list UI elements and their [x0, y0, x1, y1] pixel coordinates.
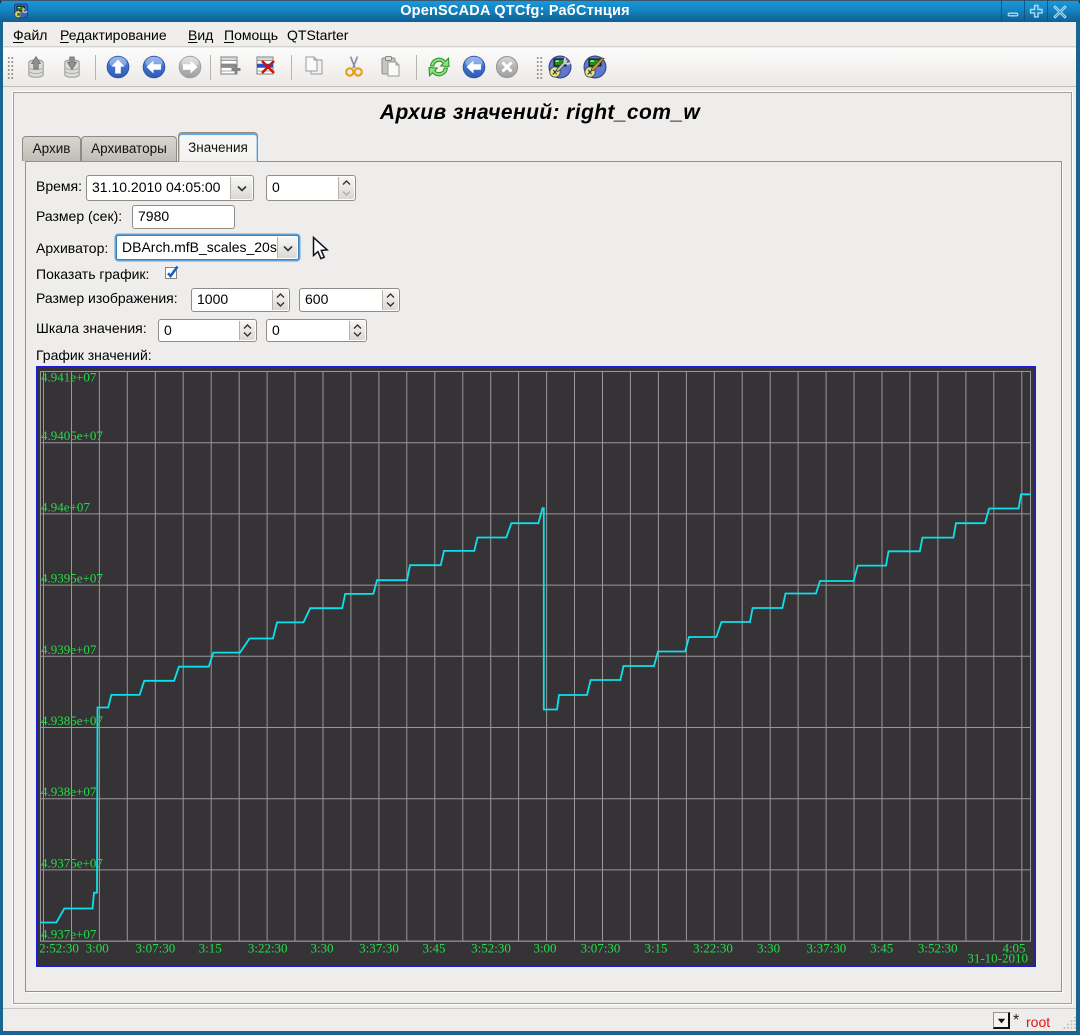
svg-text:4.937e+07: 4.937e+07 [41, 927, 97, 942]
svg-text:3:22:30: 3:22:30 [248, 941, 288, 956]
svg-text:3:07:30: 3:07:30 [136, 941, 176, 956]
svg-text:4.938e+07: 4.938e+07 [41, 784, 97, 799]
svg-text:4.941e+07: 4.941e+07 [41, 370, 97, 385]
svg-text:3:30: 3:30 [310, 941, 333, 956]
svg-text:4.9375e+07: 4.9375e+07 [41, 855, 103, 870]
svg-text:3:15: 3:15 [199, 941, 222, 956]
svg-text:3:07:30: 3:07:30 [581, 941, 621, 956]
svg-text:3:00: 3:00 [86, 941, 109, 956]
svg-text:3:15: 3:15 [644, 941, 667, 956]
svg-text:3:52:30: 3:52:30 [471, 941, 511, 956]
svg-text:3:37:30: 3:37:30 [807, 941, 847, 956]
svg-text:3:00: 3:00 [533, 941, 556, 956]
svg-text:3:22:30: 3:22:30 [693, 941, 733, 956]
svg-text:31-10-2010: 31-10-2010 [967, 951, 1028, 966]
svg-text:4.9385e+07: 4.9385e+07 [41, 713, 103, 728]
svg-text:3:37:30: 3:37:30 [359, 941, 399, 956]
svg-text:2:52:30: 2:52:30 [39, 941, 79, 956]
svg-text:3:52:30: 3:52:30 [918, 941, 958, 956]
svg-text:4.94e+07: 4.94e+07 [41, 499, 90, 514]
svg-text:3:45: 3:45 [870, 941, 893, 956]
svg-text:4.939e+07: 4.939e+07 [41, 642, 97, 657]
svg-text:4.9405e+07: 4.9405e+07 [41, 428, 103, 443]
svg-text:3:30: 3:30 [757, 941, 780, 956]
svg-text:4.9395e+07: 4.9395e+07 [41, 571, 103, 586]
svg-text:3:45: 3:45 [422, 941, 445, 956]
